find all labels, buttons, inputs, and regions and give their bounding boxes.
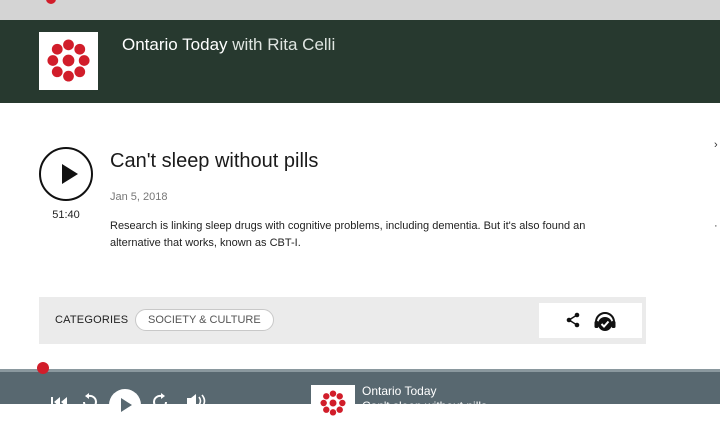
now-playing-show: Ontario Today (362, 384, 437, 398)
cbc-gem-logo-icon (320, 390, 346, 416)
edge-text-fragment: › (714, 139, 718, 151)
categories-bar: CATEGORIES SOCIETY & CULTURE (39, 297, 646, 344)
episode-actions (539, 303, 642, 338)
show-title[interactable]: Ontario Today with Rita Celli (122, 35, 335, 55)
cbc-gem-logo-icon (47, 39, 90, 82)
cbc-logo[interactable] (39, 32, 98, 90)
volume-icon[interactable] (186, 394, 208, 408)
episode-title: Can't sleep without pills (110, 150, 319, 172)
episode-date: Jan 5, 2018 (110, 191, 168, 203)
edge-text-fragment: · (714, 220, 718, 232)
show-name: Ontario Today (122, 35, 228, 54)
now-playing-episode: Can't sleep without pills (362, 399, 488, 413)
episode-duration: 51:40 (52, 209, 80, 221)
rewind-icon[interactable] (80, 393, 98, 411)
subscribe-check-icon[interactable] (593, 309, 617, 333)
episode-play-button[interactable] (39, 147, 93, 201)
skip-to-start-icon[interactable] (50, 396, 68, 408)
categories-label: CATEGORIES (55, 314, 129, 326)
player-play-button[interactable] (109, 389, 141, 421)
fast-forward-icon[interactable] (152, 393, 170, 411)
player-play-icon (121, 398, 132, 412)
top-red-dot (46, 0, 56, 4)
show-header: Ontario Today with Rita Celli (0, 20, 720, 103)
play-icon (62, 164, 78, 184)
share-icon[interactable] (565, 312, 581, 328)
player-show-logo (311, 385, 355, 416)
episode-description: Research is linking sleep drugs with cog… (110, 220, 586, 249)
category-chip-society-culture[interactable]: SOCIETY & CULTURE (135, 309, 274, 331)
player-progress-track[interactable] (0, 369, 720, 372)
player-progress-handle[interactable] (37, 362, 49, 374)
browser-top-strip (0, 0, 720, 20)
show-host: with Rita Celli (232, 35, 336, 54)
audio-player-bar: Ontario Today Can't sleep without pills (0, 369, 720, 421)
